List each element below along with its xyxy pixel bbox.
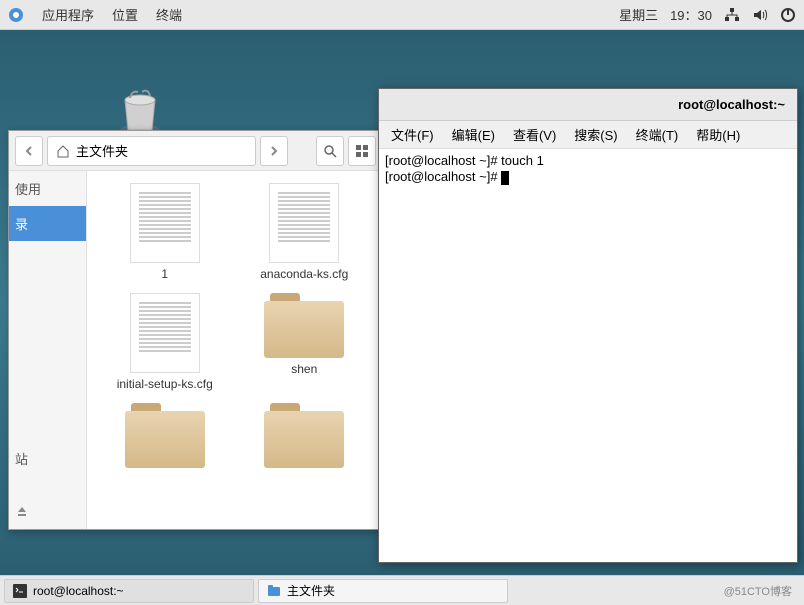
terminal-window: root@localhost:~ 文件(F) 编辑(E) 查看(V) 搜索(S)… — [378, 88, 798, 563]
terminal-title-text: root@localhost:~ — [678, 97, 785, 112]
network-icon[interactable] — [724, 7, 740, 23]
folder-icon — [264, 293, 344, 358]
time-label: 19：30 — [670, 5, 712, 24]
taskbar: root@localhost:~ 主文件夹 @51CTO博客 — [0, 575, 804, 605]
applications-menu[interactable]: 应用程序 — [42, 5, 94, 24]
sidebar-item-other[interactable]: 站 — [9, 441, 86, 476]
desktop[interactable]: 主文件夹 使用 录 站 — [0, 30, 804, 575]
folder-item[interactable]: shen — [239, 293, 371, 391]
menu-edit[interactable]: 编辑(E) — [444, 121, 503, 148]
volume-icon[interactable] — [752, 7, 768, 23]
file-manager-window: 主文件夹 使用 录 站 — [8, 130, 383, 530]
files-task-icon — [267, 584, 281, 598]
file-label: anaconda-ks.cfg — [260, 267, 348, 281]
terminal-menubar: 文件(F) 编辑(E) 查看(V) 搜索(S) 终端(T) 帮助(H) — [379, 121, 797, 149]
terminal-content[interactable]: [root@localhost ~]# touch 1 [root@localh… — [379, 149, 797, 562]
file-item[interactable]: 1 — [99, 183, 231, 281]
date-label: 星期三 — [619, 5, 658, 24]
top-panel: 应用程序 位置 终端 星期三 19：30 — [0, 0, 804, 30]
forward-button[interactable] — [260, 136, 288, 166]
taskbar-label: 主文件夹 — [287, 582, 335, 599]
menu-help[interactable]: 帮助(H) — [688, 121, 748, 148]
file-manager-sidebar: 使用 录 站 — [9, 171, 87, 529]
folder-label: shen — [291, 362, 317, 376]
taskbar-item-files[interactable]: 主文件夹 — [258, 579, 508, 603]
location-label: 主文件夹 — [76, 141, 128, 160]
folder-item[interactable] — [239, 403, 371, 468]
distro-logo-icon — [8, 7, 24, 23]
terminal-task-icon — [13, 584, 27, 598]
location-bar[interactable]: 主文件夹 — [47, 136, 256, 166]
search-icon — [323, 144, 337, 158]
menu-file[interactable]: 文件(F) — [383, 121, 442, 148]
folder-item[interactable] — [99, 403, 231, 468]
search-button[interactable] — [316, 136, 344, 166]
menu-search[interactable]: 搜索(S) — [566, 121, 625, 148]
places-menu[interactable]: 位置 — [112, 5, 138, 24]
file-item[interactable]: initial-setup-ks.cfg — [99, 293, 231, 391]
menu-view[interactable]: 查看(V) — [505, 121, 564, 148]
folder-icon — [264, 403, 344, 468]
terminal-line: [root@localhost ~]# touch 1 — [385, 153, 544, 168]
sidebar-eject-icon[interactable] — [15, 504, 29, 523]
sidebar-item-recent[interactable]: 使用 — [9, 171, 86, 206]
grid-icon — [355, 144, 369, 158]
terminal-titlebar[interactable]: root@localhost:~ — [379, 89, 797, 121]
folder-icon — [125, 403, 205, 468]
file-item[interactable]: anaconda-ks.cfg — [239, 183, 371, 281]
cursor-icon — [501, 171, 509, 185]
menu-terminal[interactable]: 终端(T) — [628, 121, 687, 148]
file-label: 1 — [161, 267, 168, 281]
file-label: initial-setup-ks.cfg — [117, 377, 213, 391]
terminal-menu[interactable]: 终端 — [156, 5, 182, 24]
watermark-text: @51CTO博客 — [724, 583, 800, 599]
text-file-icon — [130, 293, 200, 373]
taskbar-item-terminal[interactable]: root@localhost:~ — [4, 579, 254, 603]
home-icon — [56, 144, 70, 158]
taskbar-label: root@localhost:~ — [33, 584, 124, 598]
power-icon[interactable] — [780, 7, 796, 23]
file-manager-content[interactable]: 1 anaconda-ks.cfg initial-setup-ks.cfg s… — [87, 171, 382, 529]
back-button[interactable] — [15, 136, 43, 166]
file-manager-toolbar: 主文件夹 — [9, 131, 382, 171]
text-file-icon — [269, 183, 339, 263]
sidebar-item-home[interactable]: 录 — [9, 206, 86, 241]
text-file-icon — [130, 183, 200, 263]
terminal-line: [root@localhost ~]# — [385, 169, 501, 184]
view-mode-button[interactable] — [348, 136, 376, 166]
